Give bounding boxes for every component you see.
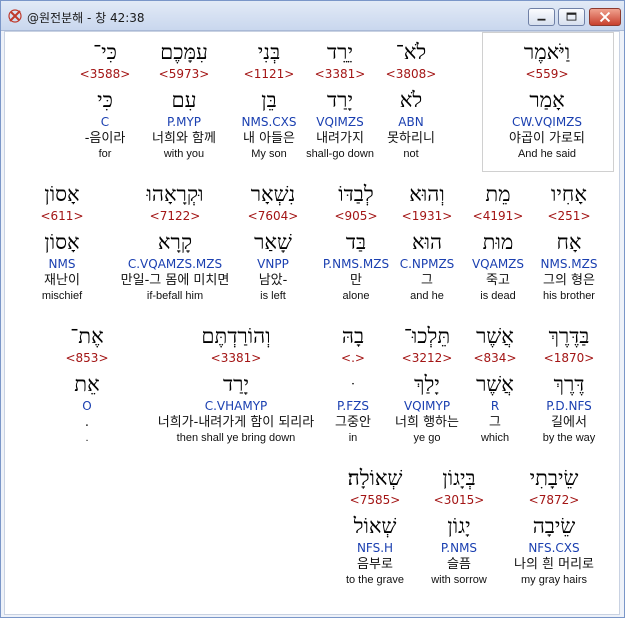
hebrew-word: אָסוֹן: [44, 182, 80, 206]
english-gloss: mischief: [41, 290, 83, 302]
hebrew-root: יָרַד: [223, 372, 249, 396]
maximize-button[interactable]: [558, 8, 585, 26]
hebrew-root: אָסוֹן: [44, 230, 80, 254]
english-gloss: to the grave: [345, 574, 405, 586]
window-title: @원전분해 - 창 42:38: [27, 11, 145, 25]
morphology-code: C: [100, 115, 110, 129]
strong-number[interactable]: <853>: [27, 350, 147, 366]
word-cell[interactable]: וְהוֹרַדְתֶּם <3381> יָרַד C.VHAMYP 너희가-내려가게…: [131, 322, 341, 446]
hebrew-word: וַיֹּאמֶר: [523, 40, 571, 64]
minimize-icon: [537, 18, 546, 21]
app-logo-icon[interactable]: [7, 8, 23, 24]
english-gloss: .: [85, 432, 89, 444]
strong-number[interactable]: <3381>: [131, 350, 341, 366]
korean-gloss: 야곱이 가로되: [509, 131, 585, 146]
word-cell[interactable]: וַיֹּאמֶר <559> אָמַר CW.VQIMZS 야곱이 가로되 And h…: [487, 38, 607, 162]
hebrew-word: וְהוֹרַדְתֶּם: [201, 324, 271, 348]
strong-number[interactable]: <611>: [2, 208, 122, 224]
english-gloss: if-befall him: [146, 290, 204, 302]
morphology-code: CW.VQIMZS: [511, 115, 583, 129]
word-cell[interactable]: אֶת־ <853> אֵת O..: [27, 322, 147, 446]
korean-gloss: 만일-그 몸에 미치면: [120, 273, 230, 288]
hebrew-root: קָרָא: [157, 230, 193, 254]
korean-gloss: 너희가-내려가게 함이 되리라: [157, 415, 315, 430]
korean-gloss: .: [84, 415, 90, 430]
korean-gloss: -음이라: [84, 131, 126, 146]
hebrew-word: וּקְרָאָהוּ: [146, 182, 204, 206]
strong-number[interactable]: <3588>: [45, 66, 165, 82]
hebrew-root: כִּי: [97, 88, 113, 112]
morphology-code: O: [82, 399, 92, 413]
morphology-code: NFS.H: [356, 541, 394, 555]
strong-number[interactable]: <7585>: [315, 492, 435, 508]
word-cell[interactable]: וּקְרָאָהוּ <7122> קָרָא C.VQAMZS.MZS 만일-그 몸…: [105, 180, 245, 304]
maximize-icon: [566, 12, 577, 21]
word-cell[interactable]: כִּי־ <3588> כִּי C -음이라 for: [45, 38, 165, 162]
morphology-code: NMS: [48, 257, 76, 271]
title-bar[interactable]: @원전분해 - 창 42:38: [1, 1, 624, 31]
strong-number[interactable]: <559>: [487, 66, 607, 82]
close-icon: [599, 11, 611, 23]
word-cell[interactable]: אָסוֹן <611> אָסוֹן NMS 재난이 mischief: [2, 180, 122, 304]
app-window: @원전분해 - 창 42:38 וַיֹּאמֶר <559> אָמַר CW.VQ…: [0, 0, 625, 618]
hebrew-root: שְׁאוֹל: [353, 514, 397, 538]
morphology-code: C.VQAMZS.MZS: [127, 257, 223, 271]
hebrew-word: שְׁאוֹלָה׃: [347, 466, 403, 490]
strong-number[interactable]: <7122>: [105, 208, 245, 224]
korean-gloss: 음부로: [357, 557, 393, 572]
morphology-code: C.VHAMYP: [204, 399, 268, 413]
korean-gloss: 재난이: [44, 273, 80, 288]
english-gloss: for: [98, 148, 112, 160]
word-cell[interactable]: שְׁאוֹלָה׃ <7585> שְׁאוֹל NFS.H 음부로 to the gr…: [315, 464, 435, 588]
hebrew-word: אֶת־: [70, 324, 104, 348]
english-gloss: And he said: [517, 148, 577, 160]
hebrew-root: אָמַר: [529, 88, 565, 112]
hebrew-root: אֵת: [74, 372, 100, 396]
minimize-button[interactable]: [528, 8, 555, 26]
close-button[interactable]: [589, 8, 621, 26]
hebrew-word: כִּי־: [93, 40, 117, 64]
parsing-panel[interactable]: וַיֹּאמֶר <559> אָמַר CW.VQIMZS 야곱이 가로되 And h…: [4, 31, 620, 615]
english-gloss: then shall ye bring down: [176, 432, 296, 444]
